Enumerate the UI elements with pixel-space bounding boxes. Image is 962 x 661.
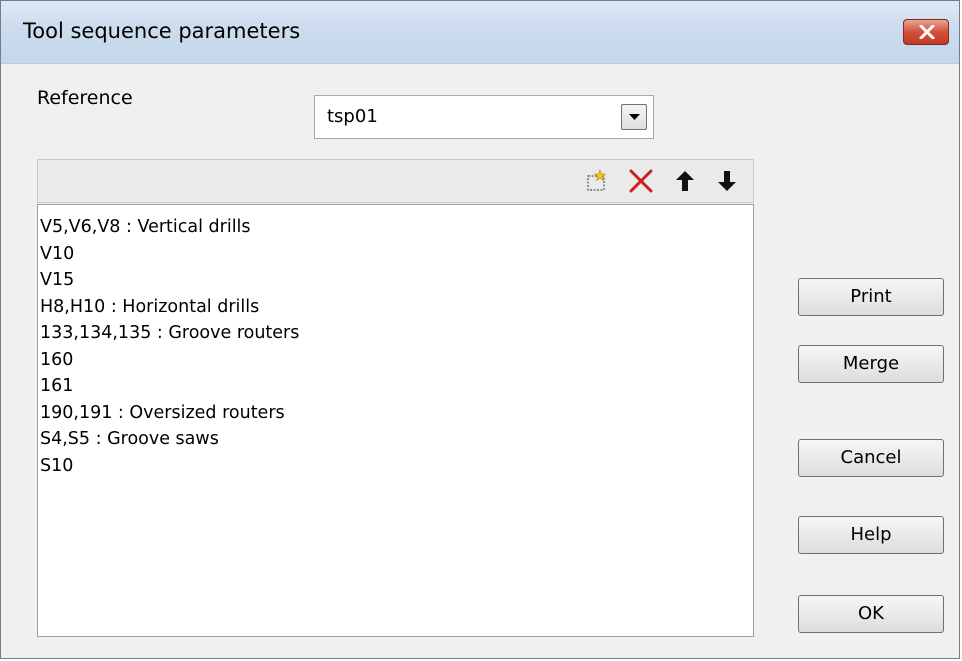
- cancel-button[interactable]: Cancel: [798, 439, 944, 477]
- print-button[interactable]: Print: [798, 278, 944, 316]
- reference-combobox[interactable]: tsp01: [314, 95, 654, 139]
- close-icon: [919, 25, 935, 39]
- move-down-button[interactable]: [714, 168, 740, 194]
- list-item[interactable]: H8,H10 : Horizontal drills: [39, 294, 753, 321]
- list-item[interactable]: S10: [39, 453, 753, 480]
- list-item[interactable]: 133,134,135 : Groove routers: [39, 320, 753, 347]
- new-item-icon: [587, 169, 607, 191]
- delete-icon: [629, 169, 653, 193]
- window-title: Tool sequence parameters: [23, 19, 301, 43]
- move-up-icon: [676, 171, 694, 191]
- list-item[interactable]: V5,V6,V8 : Vertical drills: [39, 214, 753, 241]
- tool-sequence-list[interactable]: V5,V6,V8 : Vertical drills V10 V15 H8,H1…: [37, 204, 754, 637]
- merge-button[interactable]: Merge: [798, 345, 944, 383]
- delete-item-button[interactable]: [628, 168, 654, 194]
- reference-dropdown-button[interactable]: [621, 104, 647, 130]
- move-down-icon: [718, 171, 736, 191]
- dialog-window: Tool sequence parameters Reference tsp01: [0, 0, 960, 659]
- title-bar[interactable]: Tool sequence parameters: [1, 1, 959, 64]
- new-item-button[interactable]: [584, 168, 610, 194]
- reference-label: Reference: [37, 87, 133, 109]
- list-item[interactable]: 190,191 : Oversized routers: [39, 400, 753, 427]
- list-item[interactable]: S4,S5 : Groove saws: [39, 426, 753, 453]
- reference-value: tsp01: [327, 106, 378, 127]
- list-item[interactable]: V10: [39, 241, 753, 268]
- ok-button[interactable]: OK: [798, 595, 944, 633]
- move-up-button[interactable]: [672, 168, 698, 194]
- list-item[interactable]: 161: [39, 373, 753, 400]
- chevron-down-icon: [629, 114, 640, 120]
- list-item[interactable]: V15: [39, 267, 753, 294]
- list-item[interactable]: 160: [39, 347, 753, 374]
- list-toolbar: [37, 159, 754, 203]
- close-button[interactable]: [903, 19, 949, 45]
- help-button[interactable]: Help: [798, 516, 944, 554]
